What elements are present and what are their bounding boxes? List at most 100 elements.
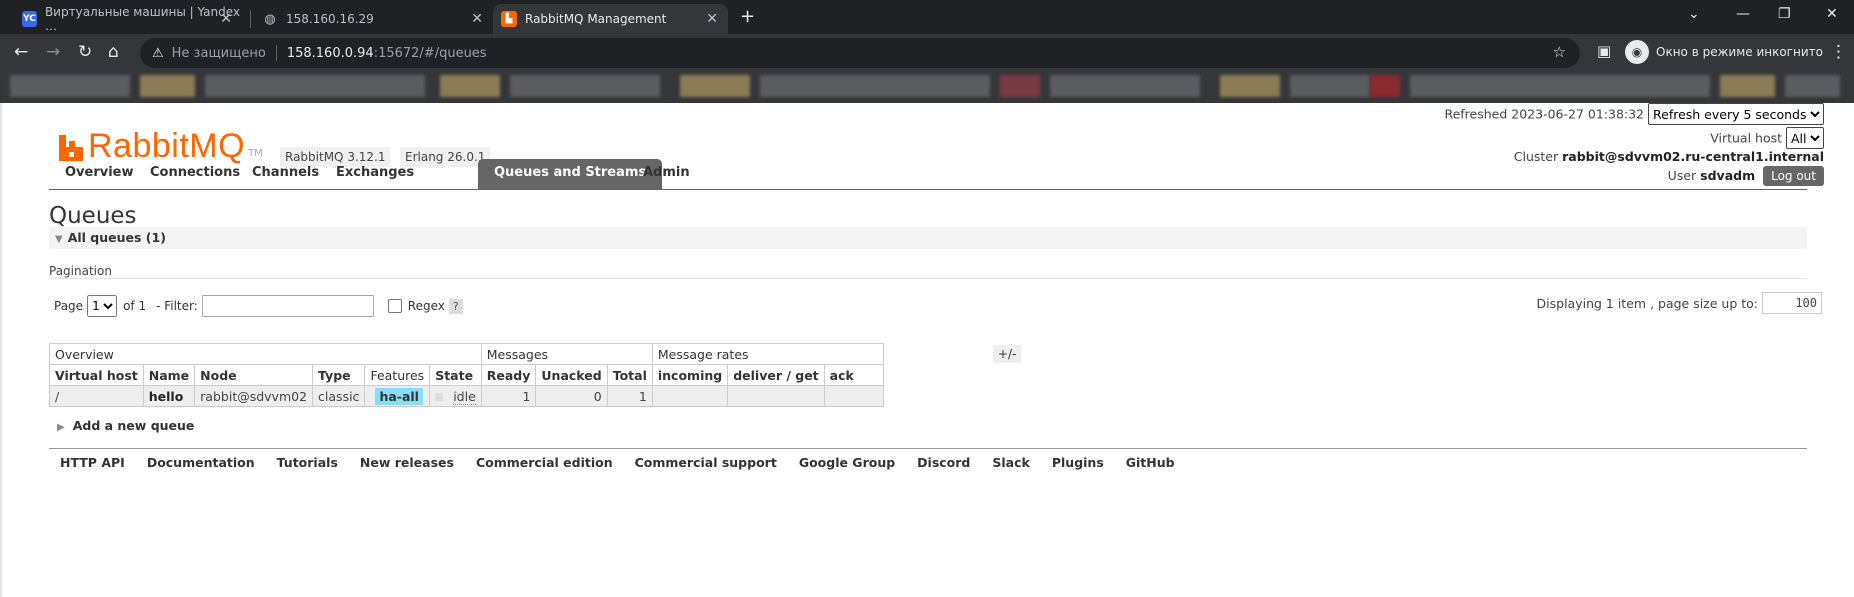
col-virtual-host[interactable]: Virtual host [49,364,144,386]
queue-name-link[interactable]: hello [142,385,196,407]
state-indicator [435,392,444,401]
vhost-label: Virtual host [1710,130,1783,146]
refresh-select[interactable]: Refresh every 5 seconds [1648,103,1824,125]
pagination-controls: Page 1 of 1 - Filter: Regex ? [54,295,463,317]
warning-icon[interactable]: ⚠ [152,46,164,61]
bookmark-item[interactable] [1290,75,1370,97]
minimize-icon[interactable]: — [1736,6,1750,22]
incognito-label: Окно в режиме инкогнито [1656,45,1823,59]
footer-link-commercial-edition[interactable]: Commercial edition [465,455,624,470]
address-bar[interactable]: ⚠ Не защищено 158.160.0.94 :15672/#/queu… [140,38,1580,68]
page-title: Queues [49,203,137,229]
incognito-indicator[interactable]: ◉ Окно в режиме инкогнито [1625,40,1823,64]
new-tab-button[interactable]: + [740,6,755,27]
bookmark-item[interactable] [440,75,500,97]
cell-features: ha-all [364,385,431,407]
col-unacked[interactable]: Unacked [535,364,608,386]
restore-icon[interactable]: ❐ [1778,6,1791,22]
bookmark-item[interactable] [1720,75,1775,97]
all-queues-section-toggle[interactable]: ▼ All queues (1) [49,227,1807,249]
bookmark-item[interactable] [510,75,660,97]
bookmark-item[interactable] [1220,75,1280,97]
footer-link-discord[interactable]: Discord [906,455,981,470]
close-icon[interactable]: ✕ [706,11,718,27]
page-of-label: of 1 [123,299,147,313]
tab-ip[interactable]: ◍ 158.160.16.29 ✕ [258,4,493,34]
bookmark-item[interactable] [1785,75,1840,97]
footer-link-plugins[interactable]: Plugins [1041,455,1115,470]
cell-deliver-get [727,385,825,407]
cell-vhost: / [49,385,144,407]
bookmark-item[interactable] [680,75,750,97]
tab-title: Виртуальные машины | Yandex … [44,5,241,33]
filter-label: - Filter: [156,299,198,313]
queues-table: Overview Messages Message rates Virtual … [49,343,884,407]
chevron-down-icon[interactable]: ⌄ [1688,6,1700,22]
columns-toggle-button[interactable]: +/- [993,345,1022,363]
forward-icon[interactable]: → [46,42,60,62]
rabbitmq-icon: ▙ [501,11,517,27]
col-deliver-get[interactable]: deliver / get [727,364,825,386]
page-size-input[interactable]: 100 [1762,292,1822,314]
col-ack[interactable]: ack [823,364,884,386]
policy-badge[interactable]: ha-all [375,387,423,405]
close-icon[interactable]: ✕ [220,11,232,27]
footer-link-tutorials[interactable]: Tutorials [266,455,349,470]
home-icon[interactable]: ⌂ [108,42,119,62]
footer-link-slack[interactable]: Slack [981,455,1040,470]
close-window-icon[interactable]: ✕ [1826,6,1838,22]
bookmark-item[interactable] [1000,75,1040,97]
tab-exchanges[interactable]: Exchanges [320,159,430,189]
bookmark-item[interactable] [760,75,990,97]
col-state[interactable]: State [429,364,482,386]
bookmark-item[interactable] [1410,75,1710,97]
close-icon[interactable]: ✕ [471,11,483,27]
bookmark-item[interactable] [10,75,130,97]
footer-link-google-group[interactable]: Google Group [788,455,906,470]
url-path: :15672/#/queues [373,45,487,61]
state-label: idle [453,388,476,405]
star-icon[interactable]: ☆ [1553,43,1566,61]
page-select[interactable]: 1 [87,295,118,317]
vhost-select[interactable]: All [1786,127,1824,149]
group-overview: Overview [49,343,482,365]
add-queue-label: Add a new queue [72,418,195,433]
bookmark-item[interactable] [1370,75,1400,97]
tab-admin[interactable]: Admin [627,159,706,189]
rabbitmq-logo[interactable]: RabbitMQ TM [59,129,263,163]
page-label: Page [54,299,84,313]
security-label: Не защищено [171,45,266,61]
filter-input[interactable] [201,295,374,317]
footer-link-http-api[interactable]: HTTP API [49,455,136,470]
footer-link-commercial-support[interactable]: Commercial support [624,455,788,470]
cell-total: 1 [606,385,653,407]
regex-help-button[interactable]: ? [448,298,463,314]
rabbitmq-logo-icon [59,135,83,161]
col-node[interactable]: Node [194,364,314,386]
bookmark-item[interactable] [205,75,425,97]
col-ready[interactable]: Ready [480,364,537,386]
menu-icon[interactable]: ⋮ [1830,42,1847,62]
col-name[interactable]: Name [142,364,196,386]
group-message-rates: Message rates [651,343,884,365]
group-messages: Messages [480,343,653,365]
footer-link-documentation[interactable]: Documentation [136,455,266,470]
regex-checkbox[interactable] [387,299,402,313]
col-type[interactable]: Type [312,364,366,386]
sidebar-icon[interactable]: ▣ [1597,42,1611,60]
footer-link-github[interactable]: GitHub [1115,455,1186,470]
rabbitmq-page: RabbitMQ TM RabbitMQ 3.12.1 Erlang 26.0.… [0,103,1854,597]
col-total[interactable]: Total [606,364,653,386]
table-row[interactable]: / hello rabbit@sdvvm02 classic ha-all id… [49,385,884,407]
bookmark-item[interactable] [1050,75,1200,97]
add-queue-toggle[interactable]: ▶ Add a new queue [57,418,194,433]
back-icon[interactable]: ← [14,42,28,62]
bookmark-item[interactable] [140,75,195,97]
col-incoming[interactable]: incoming [651,364,729,386]
logo-tm: TM [248,148,263,159]
tab-yandex[interactable]: YC Виртуальные машины | Yandex … ✕ [12,4,242,34]
footer-link-new-releases[interactable]: New releases [349,455,465,470]
reload-icon[interactable]: ↻ [78,42,92,62]
footer-links: HTTP API Documentation Tutorials New rel… [49,455,1186,470]
tab-rabbitmq[interactable]: ▙ RabbitMQ Management ✕ [493,4,728,34]
